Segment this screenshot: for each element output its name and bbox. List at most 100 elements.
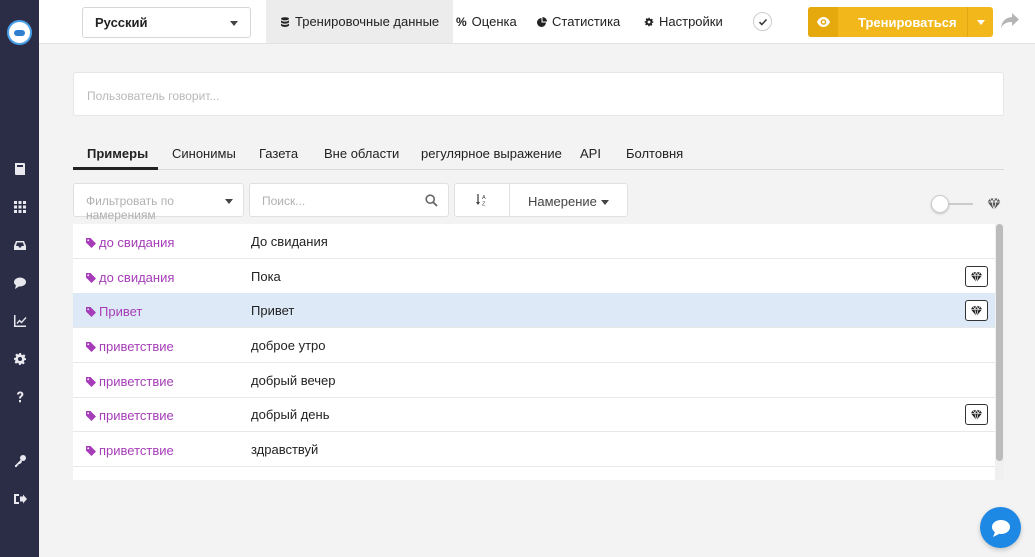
- table-row[interactable]: приветствие добрый вечер: [73, 363, 995, 398]
- tab-label: Тренировочные данные: [295, 14, 440, 29]
- tag-icon: [86, 445, 96, 456]
- canonical-toggle[interactable]: [931, 195, 973, 213]
- chat-launcher-button[interactable]: [980, 507, 1021, 548]
- example-text[interactable]: доброе утро: [251, 338, 325, 353]
- logout-icon[interactable]: [11, 490, 28, 507]
- train-label: Тренироваться: [858, 15, 957, 30]
- example-text[interactable]: До свидания: [251, 234, 328, 249]
- canonical-button[interactable]: [965, 300, 988, 321]
- chevron-down-icon: [230, 21, 238, 26]
- intent-filter-placeholder: Фильтровать по намерениям: [86, 194, 174, 222]
- tab-regex[interactable]: регулярное выражение: [421, 146, 562, 161]
- scrollbar-thumb[interactable]: [996, 224, 1003, 461]
- eye-icon[interactable]: [808, 7, 838, 37]
- intent-tag[interactable]: до свидания: [86, 270, 174, 285]
- utterance-placeholder: Пользователь говорит...: [87, 89, 220, 103]
- book-icon[interactable]: [11, 160, 28, 177]
- search-icon[interactable]: [425, 194, 438, 207]
- gear-icon: [644, 17, 654, 26]
- chevron-down-icon: [225, 199, 233, 204]
- examples-table: до свидания До свидания до свидания Пока…: [73, 224, 1004, 480]
- gem-icon: [970, 305, 983, 316]
- search-input[interactable]: [262, 194, 412, 208]
- example-text[interactable]: Привет: [251, 303, 294, 318]
- grid-icon[interactable]: [11, 198, 28, 215]
- intent-tag[interactable]: Привет: [86, 304, 142, 319]
- canonical-button[interactable]: [965, 404, 988, 425]
- tab-evaluation[interactable]: % Оценка: [456, 0, 517, 43]
- table-row[interactable]: до свидания Пока: [73, 259, 995, 294]
- toggle-knob: [931, 195, 949, 213]
- intent-tag[interactable]: до свидания: [86, 235, 174, 250]
- svg-text:A: A: [482, 195, 486, 201]
- chat-icon: [991, 519, 1010, 537]
- gem-icon: [970, 271, 983, 282]
- intent-tag[interactable]: приветствие: [86, 374, 174, 389]
- canonical-button[interactable]: [965, 266, 988, 287]
- tag-icon: [86, 237, 96, 248]
- tab-gazette[interactable]: Газета: [259, 146, 298, 161]
- top-bar: Русский Тренировочные данные % Оценка Ст…: [39, 0, 1035, 44]
- table-row[interactable]: приветствие доброе утро: [73, 328, 995, 363]
- tab-out-of-scope[interactable]: Вне области: [324, 146, 399, 161]
- examples-tabs: Примеры Синонимы Газета Вне области регу…: [73, 139, 1004, 170]
- intent-tag[interactable]: приветствие: [86, 339, 174, 354]
- percent-icon: %: [456, 14, 467, 29]
- scrollbar[interactable]: [995, 224, 1004, 480]
- example-text[interactable]: здравствуй: [251, 442, 318, 457]
- intent-tag[interactable]: приветствие: [86, 443, 174, 458]
- table-row[interactable]: приветствие добрый день: [73, 397, 995, 432]
- tab-chitchat[interactable]: Болтовня: [626, 146, 683, 161]
- share-icon[interactable]: [1000, 12, 1020, 30]
- table-row[interactable]: приветствие здравствуй: [73, 432, 995, 467]
- tab-settings[interactable]: Настройки: [644, 0, 723, 43]
- example-text[interactable]: добрый день: [251, 407, 329, 422]
- intent-filter-select[interactable]: Фильтровать по намерениям: [73, 183, 244, 222]
- sidebar: [0, 0, 39, 557]
- intent-label: до свидания: [99, 235, 175, 250]
- intent-label: приветствие: [99, 443, 174, 458]
- active-tab-indicator: [73, 167, 158, 170]
- database-icon: [281, 16, 289, 27]
- example-text[interactable]: добрый вечер: [251, 373, 336, 388]
- check-button[interactable]: [753, 12, 772, 31]
- gear-icon[interactable]: [11, 350, 28, 367]
- intent-label: Привет: [99, 304, 143, 319]
- language-value: Русский: [95, 15, 148, 30]
- tab-training-data[interactable]: Тренировочные данные: [266, 0, 454, 43]
- key-icon[interactable]: [11, 452, 28, 469]
- table-row[interactable]: Привет Привет: [73, 293, 995, 328]
- tag-icon: [86, 272, 96, 283]
- tag-icon: [86, 341, 96, 352]
- sort-by-select[interactable]: Намерение: [509, 183, 628, 217]
- tab-label: Настройки: [659, 14, 723, 29]
- table-row[interactable]: до свидания До свидания: [73, 224, 995, 259]
- tab-synonyms[interactable]: Синонимы: [172, 146, 236, 161]
- help-icon[interactable]: [11, 388, 28, 405]
- intent-label: до свидания: [99, 270, 175, 285]
- example-text[interactable]: Пока: [251, 269, 281, 284]
- logo[interactable]: [7, 20, 32, 45]
- search-box: [249, 183, 449, 217]
- chevron-down-icon: [601, 200, 609, 205]
- svg-text:Z: Z: [482, 202, 486, 208]
- tab-label: Статистика: [552, 14, 621, 29]
- tab-statistics[interactable]: Статистика: [537, 0, 620, 43]
- chat-icon[interactable]: [11, 274, 28, 291]
- sort-by-value: Намерение: [528, 194, 597, 209]
- intent-label: приветствие: [99, 408, 174, 423]
- utterance-input[interactable]: Пользователь говорит...: [73, 72, 1004, 116]
- train-button[interactable]: Тренироваться: [808, 7, 993, 37]
- inbox-icon[interactable]: [11, 236, 28, 253]
- gem-icon: [987, 197, 1001, 211]
- train-dropdown-button[interactable]: [967, 7, 993, 37]
- tag-icon: [86, 376, 96, 387]
- check-icon: [758, 18, 767, 26]
- tab-examples[interactable]: Примеры: [87, 146, 148, 161]
- tab-api[interactable]: API: [580, 146, 601, 161]
- intent-tag[interactable]: приветствие: [86, 408, 174, 423]
- sort-order-button[interactable]: AZ: [454, 183, 510, 217]
- tag-icon: [86, 306, 96, 317]
- language-select[interactable]: Русский: [82, 7, 251, 38]
- chart-icon[interactable]: [11, 312, 28, 329]
